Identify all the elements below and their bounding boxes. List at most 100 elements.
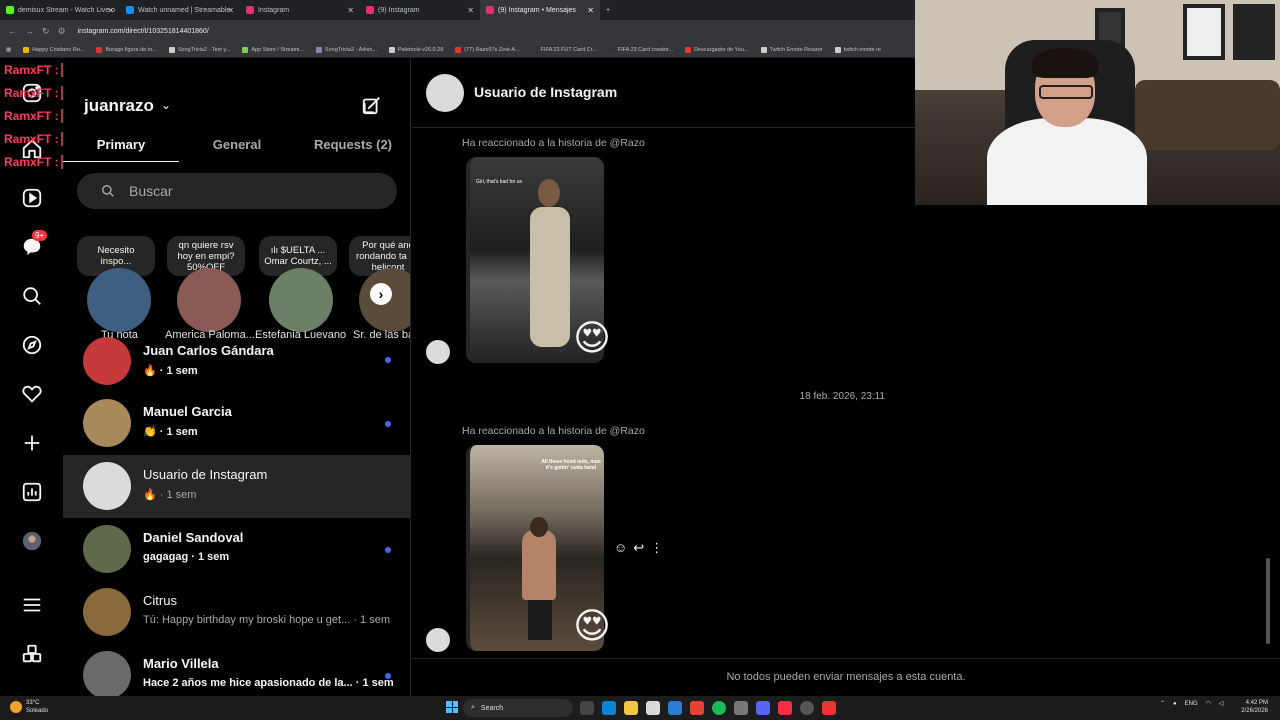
windows-start-icon[interactable] xyxy=(446,701,458,713)
profile-icon[interactable] xyxy=(21,530,43,552)
tab-title: demisux Stream - Watch Live o xyxy=(18,6,115,14)
obs-icon[interactable] xyxy=(800,701,814,715)
bookmark-icon xyxy=(315,46,322,53)
browser-tab-kick[interactable]: demisux Stream - Watch Live o ✕ xyxy=(0,0,120,20)
wifi-icon[interactable]: ◠ xyxy=(1206,700,1211,707)
close-icon[interactable]: ✕ xyxy=(347,6,354,15)
mic-icon[interactable]: ● xyxy=(1173,701,1177,707)
thread-row[interactable]: Mario Villela Hace 2 años me hice apasio… xyxy=(63,644,410,696)
weather-widget[interactable]: 33°C Soleado xyxy=(10,699,48,715)
conversation-title[interactable]: Usuario de Instagram xyxy=(474,84,617,100)
reply-icon[interactable]: ↩ xyxy=(633,540,644,556)
bookmark-label: App Store / Streami... xyxy=(251,46,304,53)
task-view-icon[interactable] xyxy=(580,701,594,715)
close-icon[interactable]: ✕ xyxy=(227,6,234,15)
heart-icon[interactable] xyxy=(21,383,43,405)
bookmark-item[interactable]: Descargador de You... xyxy=(685,46,749,53)
volume-icon[interactable]: ◁ xyxy=(1219,700,1224,707)
sofa xyxy=(1135,80,1280,150)
browser-tab-instagram[interactable]: Instagram ✕ xyxy=(240,0,360,20)
bookmark-item[interactable]: SongTrivia2 - Advin... xyxy=(315,46,377,53)
discord-icon[interactable] xyxy=(756,701,770,715)
emoji-react-icon[interactable]: ☺ xyxy=(614,540,627,556)
bookmark-item[interactable]: FIFA 23 FUT Card Cr... xyxy=(531,46,597,53)
bookmark-item[interactable]: (77) Razo97s Zest-A... xyxy=(455,46,520,53)
streamer-hair xyxy=(1032,48,1098,78)
scrollbar[interactable] xyxy=(1266,558,1270,644)
browser-tab-instagram-2[interactable]: (9) Instagram ✕ xyxy=(360,0,480,20)
forward-icon[interactable]: → xyxy=(25,26,34,37)
menu-icon[interactable] xyxy=(21,594,43,616)
explore-icon[interactable] xyxy=(21,334,43,356)
taskbar-search[interactable]: ⌕ Search xyxy=(463,699,573,717)
compose-icon[interactable] xyxy=(361,94,383,116)
messenger-icon[interactable]: 9+ xyxy=(21,230,48,258)
thread-preview: 👏 · 1 sem xyxy=(143,426,198,438)
bookmark-item[interactable]: App Store / Streami... xyxy=(242,46,304,53)
person-head xyxy=(530,517,548,537)
close-icon[interactable]: ✕ xyxy=(107,6,114,15)
bookmark-icon xyxy=(455,46,462,53)
file-explorer-icon[interactable] xyxy=(624,701,638,715)
chevron-right-icon[interactable]: › xyxy=(370,283,392,305)
thread-row[interactable]: Citrus Tú: Happy birthday my broski hope… xyxy=(63,581,410,644)
bookmark-label: Burago figura de to... xyxy=(105,46,157,53)
chevron-down-icon[interactable]: ⌄ xyxy=(161,98,171,112)
close-icon[interactable]: ✕ xyxy=(587,6,594,15)
create-icon[interactable] xyxy=(21,432,43,454)
browser-tab-instagram-messages[interactable]: (9) Instagram • Mensajes ✕ xyxy=(480,0,600,20)
apps-icon[interactable]: ▦ xyxy=(6,47,11,53)
settings-icon[interactable] xyxy=(734,701,748,715)
avatar xyxy=(83,337,131,385)
tab-requests[interactable]: Requests (2) xyxy=(295,128,410,162)
url-field[interactable]: instagram.com/direct/t/103251814401860/ xyxy=(78,28,209,35)
edge-icon[interactable] xyxy=(602,701,616,715)
thread-row[interactable]: Juan Carlos Gándara 🔥 · 1 sem xyxy=(63,330,410,393)
close-icon[interactable]: ✕ xyxy=(467,6,474,15)
bookmark-label: Paletools v26.0.28 xyxy=(398,46,444,53)
tab-primary[interactable]: Primary xyxy=(63,128,179,162)
app-icon[interactable] xyxy=(822,701,836,715)
search-label: Search xyxy=(480,704,504,712)
tab-general[interactable]: General xyxy=(179,128,295,162)
dashboard-icon[interactable] xyxy=(21,481,43,503)
thread-row-selected[interactable]: Usuario de Instagram 🔥 · 1 sem xyxy=(63,455,410,518)
store-icon[interactable] xyxy=(646,701,660,715)
music-icon[interactable] xyxy=(778,701,792,715)
spotify-icon[interactable] xyxy=(712,701,726,715)
streamable-favicon-icon xyxy=(126,6,134,14)
bookmark-item[interactable]: Paletools v26.0.28 xyxy=(389,46,444,53)
more-options-icon[interactable]: ⋮ xyxy=(650,540,663,556)
thread-preview: Hace 2 años me hice apasionado de la... … xyxy=(143,677,394,689)
search-icon[interactable] xyxy=(21,285,43,307)
more-apps-icon[interactable] xyxy=(21,643,43,665)
thread-row[interactable]: Manuel Garcia 👏 · 1 sem xyxy=(63,392,410,455)
thread-row[interactable]: Daniel Sandoval gagagag · 1 sem xyxy=(63,518,410,581)
bookmark-item[interactable]: Burago figura de to... xyxy=(96,46,157,53)
windows-taskbar: 33°C Soleado ⌕ Search ⌃ ● ENG ◠ ◁ 4:42 PM 2… xyxy=(0,696,1280,720)
new-tab-button[interactable]: + xyxy=(600,0,620,20)
search-input[interactable]: Buscar xyxy=(77,173,397,209)
browser-tab-streamable[interactable]: Watch unnamed | Streamable ✕ xyxy=(120,0,240,20)
bookmark-item[interactable]: Twitch Emote Resizer xyxy=(760,46,823,53)
bookmark-item[interactable]: FIFA 23 Card creator... xyxy=(608,46,673,53)
chrome-icon[interactable] xyxy=(690,701,704,715)
site-info-icon[interactable]: ⚙ xyxy=(58,26,66,37)
chevron-up-icon[interactable]: ⌃ xyxy=(1160,700,1165,707)
reload-icon[interactable]: ↻ xyxy=(42,26,50,37)
bookmark-label: Happy Cristiano Ro... xyxy=(32,46,85,53)
bookmark-item[interactable]: Happy Cristiano Ro... xyxy=(23,46,85,53)
account-username[interactable]: juanrazo xyxy=(84,96,154,116)
bookmark-item[interactable]: SongTrivia2 - Test y... xyxy=(168,46,230,53)
bookmark-item[interactable]: twitch emote re xyxy=(834,46,881,53)
bookmark-icon xyxy=(834,46,841,53)
chat-username: RamxFT : xyxy=(4,62,59,77)
bookmark-label: Descargador de You... xyxy=(694,46,749,53)
avatar[interactable] xyxy=(426,74,464,112)
mail-icon[interactable] xyxy=(668,701,682,715)
reels-icon[interactable] xyxy=(21,187,43,209)
streamer-body xyxy=(987,118,1147,205)
clock[interactable]: 4:42 PM 2/26/2026 xyxy=(1241,699,1268,715)
back-icon[interactable]: ← xyxy=(8,26,17,37)
language-indicator[interactable]: ENG xyxy=(1185,701,1198,707)
